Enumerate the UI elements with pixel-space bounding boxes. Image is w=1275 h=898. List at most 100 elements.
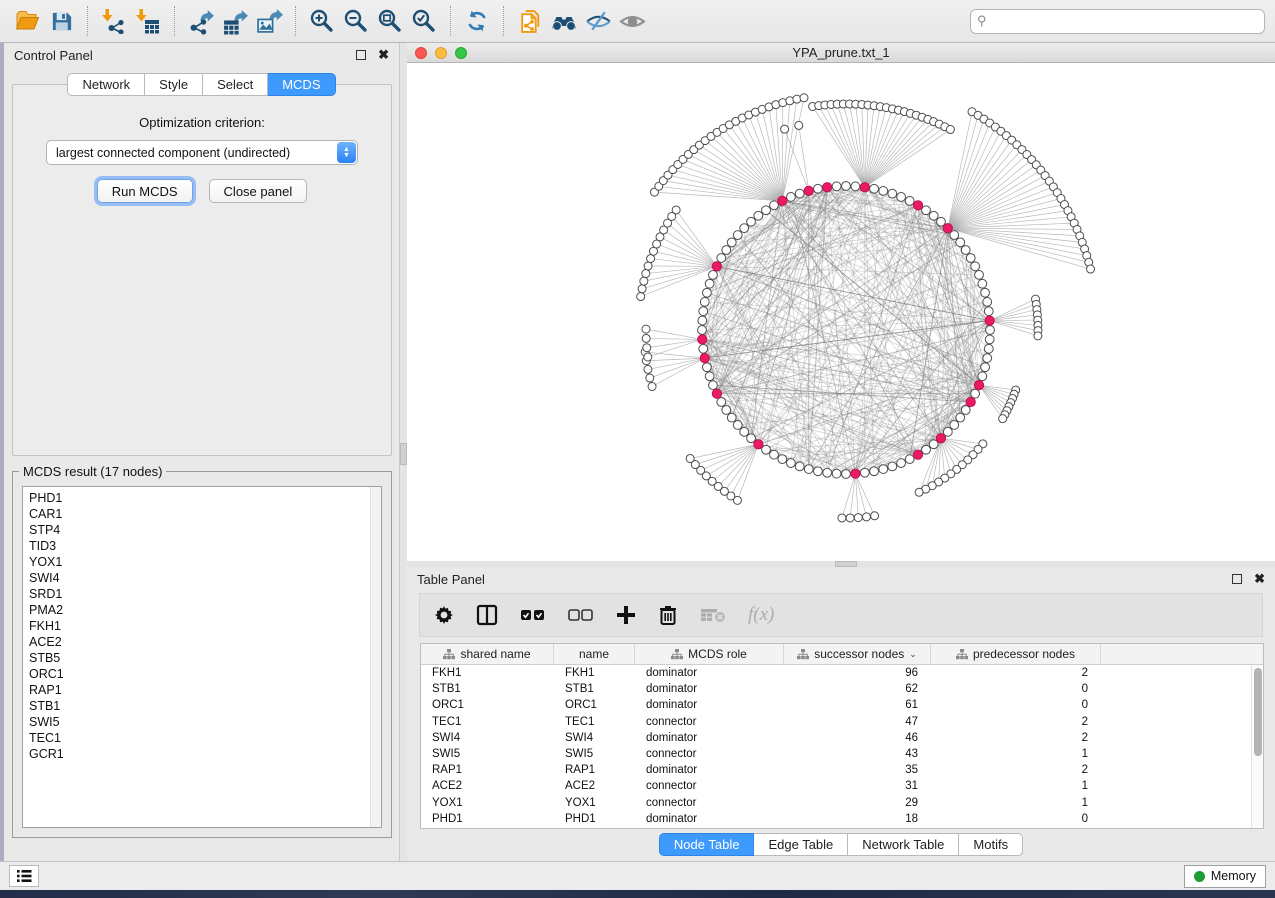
ring-node[interactable] [705, 279, 714, 288]
satellite-node[interactable] [781, 125, 789, 133]
satellite-node[interactable] [640, 277, 648, 285]
cell-mcds-role[interactable]: dominator [635, 732, 784, 744]
ring-node[interactable] [740, 224, 749, 233]
cell-mcds-role[interactable]: connector [635, 748, 784, 760]
float-panel-icon[interactable] [1232, 574, 1242, 584]
run-mcds-button[interactable]: Run MCDS [97, 179, 193, 203]
ring-node[interactable] [984, 344, 993, 353]
satellite-node[interactable] [862, 513, 870, 521]
ring-node[interactable] [722, 246, 731, 255]
cell-name[interactable]: SWI5 [554, 748, 635, 760]
criterion-select[interactable]: largest connected component (undirected)… [46, 140, 358, 165]
tab-edge-table[interactable]: Edge Table [754, 833, 848, 856]
open-file-icon[interactable] [10, 4, 44, 38]
satellite-node[interactable] [637, 293, 645, 301]
cell-successor-nodes[interactable]: 62 [784, 683, 931, 695]
export-network-icon[interactable] [184, 4, 218, 38]
cell-mcds-role[interactable]: dominator [635, 813, 784, 825]
cell-mcds-role[interactable]: dominator [635, 764, 784, 776]
cell-predecessor-nodes[interactable]: 2 [931, 732, 1101, 744]
ring-node[interactable] [966, 254, 975, 263]
ring-node[interactable] [983, 354, 992, 363]
mcds-node[interactable] [851, 469, 860, 478]
ring-node[interactable] [870, 184, 879, 193]
mcds-node[interactable] [778, 196, 787, 205]
import-table-icon[interactable] [131, 4, 165, 38]
table-scrollbar[interactable] [1251, 665, 1263, 828]
ring-node[interactable] [786, 459, 795, 468]
close-panel-icon[interactable]: ✖ [378, 50, 389, 60]
mcds-node[interactable] [754, 440, 763, 449]
cell-shared-name[interactable]: FKH1 [421, 667, 554, 679]
cell-predecessor-nodes[interactable]: 1 [931, 797, 1101, 809]
ring-node[interactable] [778, 455, 787, 464]
cell-shared-name[interactable]: SWI4 [421, 732, 554, 744]
table-row[interactable]: YOX1YOX1connector291 [421, 795, 1251, 811]
ring-node[interactable] [823, 468, 832, 477]
ring-node[interactable] [985, 335, 994, 344]
cell-predecessor-nodes[interactable]: 0 [931, 683, 1101, 695]
satellite-node[interactable] [638, 285, 646, 293]
ring-node[interactable] [971, 389, 980, 398]
mcds-result-item[interactable]: RAP1 [29, 682, 381, 698]
ring-node[interactable] [950, 421, 959, 430]
satellite-node[interactable] [1087, 265, 1095, 273]
cell-mcds-role[interactable]: connector [635, 797, 784, 809]
satellite-node[interactable] [642, 334, 650, 342]
cell-successor-nodes[interactable]: 96 [784, 667, 931, 679]
ring-node[interactable] [699, 307, 708, 316]
ring-node[interactable] [870, 467, 879, 476]
ring-node[interactable] [981, 288, 990, 297]
mcds-result-item[interactable]: PMA2 [29, 602, 381, 618]
ring-node[interactable] [888, 462, 897, 471]
mcds-result-item[interactable]: ACE2 [29, 634, 381, 650]
zoom-selected-icon[interactable] [407, 4, 441, 38]
hide-panels-icon[interactable] [581, 4, 615, 38]
import-network-icon[interactable] [97, 4, 131, 38]
cell-successor-nodes[interactable]: 35 [784, 764, 931, 776]
ring-node[interactable] [754, 211, 763, 220]
column-header-mcds-role[interactable]: MCDS role [635, 644, 784, 664]
mcds-result-item[interactable]: SWI4 [29, 570, 381, 586]
mcds-node[interactable] [974, 381, 983, 390]
save-session-icon[interactable] [44, 4, 78, 38]
satellite-node[interactable] [838, 514, 846, 522]
tab-select[interactable]: Select [203, 73, 268, 96]
ring-node[interactable] [922, 445, 931, 454]
satellite-node[interactable] [795, 121, 803, 129]
cell-shared-name[interactable]: PHD1 [421, 813, 554, 825]
ring-node[interactable] [971, 262, 980, 271]
cell-name[interactable]: YOX1 [554, 797, 635, 809]
cell-predecessor-nodes[interactable]: 2 [931, 667, 1101, 679]
export-table-icon[interactable] [218, 4, 252, 38]
mcds-node[interactable] [700, 353, 709, 362]
cell-mcds-role[interactable]: connector [635, 780, 784, 792]
ring-node[interactable] [860, 468, 869, 477]
satellite-node[interactable] [643, 344, 651, 352]
table-body[interactable]: FKH1FKH1dominator962STB1STB1dominator620… [421, 665, 1251, 828]
ring-node[interactable] [705, 372, 714, 381]
column-header-predecessor-nodes[interactable]: predecessor nodes [931, 644, 1101, 664]
ring-node[interactable] [986, 326, 995, 335]
node-table[interactable]: shared namenameMCDS rolesuccessor nodes⌄… [420, 643, 1264, 829]
cell-shared-name[interactable]: RAP1 [421, 764, 554, 776]
ring-node[interactable] [699, 344, 708, 353]
tab-motifs[interactable]: Motifs [959, 833, 1023, 856]
cell-predecessor-nodes[interactable]: 1 [931, 748, 1101, 760]
mcds-result-item[interactable]: STP4 [29, 522, 381, 538]
ring-node[interactable] [984, 307, 993, 316]
ring-node[interactable] [703, 288, 712, 297]
ring-node[interactable] [975, 270, 984, 279]
zoom-out-icon[interactable] [339, 4, 373, 38]
mcds-result-item[interactable]: TEC1 [29, 730, 381, 746]
tab-network-table[interactable]: Network Table [848, 833, 959, 856]
mcds-result-item[interactable]: TID3 [29, 538, 381, 554]
ring-node[interactable] [978, 279, 987, 288]
satellite-node[interactable] [846, 514, 854, 522]
satellite-node[interactable] [672, 206, 680, 214]
mcds-result-list[interactable]: PHD1CAR1STP4TID3YOX1SWI4SRD1PMA2FKH1ACE2… [22, 486, 382, 828]
table-row[interactable]: SWI5SWI5connector431 [421, 746, 1251, 762]
cell-successor-nodes[interactable]: 61 [784, 699, 931, 711]
cell-predecessor-nodes[interactable]: 1 [931, 780, 1101, 792]
satellite-node[interactable] [871, 512, 879, 520]
